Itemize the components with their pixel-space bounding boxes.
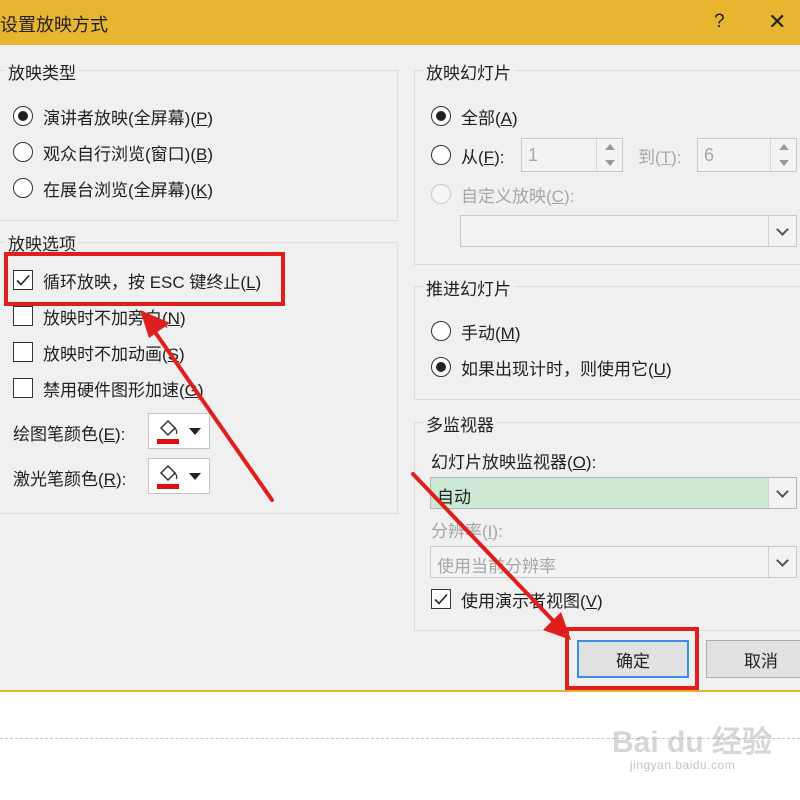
chevron-down-icon[interactable]: [768, 216, 796, 246]
ok-button[interactable]: 确定: [577, 640, 689, 678]
paint-bucket-icon: [157, 464, 179, 489]
resolution-value: 使用当前分辨率: [437, 557, 556, 576]
check-loop[interactable]: 循环放映，按 ESC 键终止(L): [13, 267, 261, 293]
laser-color-swatch: [157, 484, 179, 489]
pen-color-swatch: [157, 439, 179, 444]
check-presenter-view-box[interactable]: [431, 589, 451, 609]
laser-color-label: 激光笔颜色(R):: [13, 469, 127, 489]
show-type-legend: 放映类型: [5, 59, 79, 84]
check-no-animation[interactable]: 放映时不加动画(S): [13, 339, 185, 365]
check-no-narration-label: 放映时不加旁白(N): [43, 308, 186, 328]
check-no-narration[interactable]: 放映时不加旁白(N): [13, 303, 186, 329]
radio-manual[interactable]: 手动(M): [431, 318, 521, 344]
check-presenter-view-label: 使用演示者视图(V): [461, 591, 603, 611]
close-icon[interactable]: ✕: [768, 9, 786, 35]
radio-manual-label: 手动(M): [461, 323, 521, 343]
to-slide-label: 到(T):: [638, 147, 682, 167]
chevron-down-icon: [189, 427, 201, 435]
spin-down-icon[interactable]: [597, 155, 622, 171]
radio-kiosk[interactable]: 在展台浏览(全屏幕)(K): [13, 175, 213, 201]
radio-kiosk-label: 在展台浏览(全屏幕)(K): [43, 180, 213, 200]
radio-use-timings-label: 如果出现计时，则使用它(U): [461, 359, 672, 379]
advance-legend: 推进幻灯片: [423, 275, 514, 300]
radio-presenter-indicator[interactable]: [13, 106, 33, 126]
radio-window-indicator[interactable]: [13, 142, 33, 162]
slides-legend: 放映幻灯片: [423, 59, 514, 84]
monitor-select[interactable]: 自动: [430, 477, 797, 509]
check-disable-hw-accel-label: 禁用硬件图形加速(G): [43, 380, 204, 400]
monitor-value: 自动: [437, 488, 471, 507]
help-button[interactable]: ?: [714, 11, 725, 33]
dialog-title: 设置放映方式: [0, 15, 108, 35]
watermark-url: jingyan.baidu.com: [630, 758, 736, 772]
spin-up-icon[interactable]: [771, 139, 796, 155]
paint-bucket-icon: [157, 419, 179, 444]
checkmark-icon: [16, 274, 30, 286]
pen-color-button[interactable]: [148, 413, 210, 449]
radio-manual-indicator[interactable]: [431, 321, 451, 341]
cancel-button[interactable]: 取消: [706, 640, 800, 678]
radio-use-timings[interactable]: 如果出现计时，则使用它(U): [431, 354, 672, 380]
pen-color-label: 绘图笔颜色(E):: [13, 424, 126, 444]
bottom-accent-line: [0, 690, 800, 692]
to-slide-value: 6: [704, 145, 715, 165]
title-bar: 设置放映方式 ? ✕: [0, 0, 800, 45]
radio-all-slides[interactable]: 全部(A): [431, 103, 518, 129]
radio-custom-show-label: 自定义放映(C):: [461, 186, 575, 206]
radio-all-slides-label: 全部(A): [461, 108, 518, 128]
check-loop-box[interactable]: [13, 270, 33, 290]
radio-use-timings-indicator[interactable]: [431, 357, 451, 377]
chevron-down-icon: [189, 472, 201, 480]
radio-custom-show[interactable]: 自定义放映(C):: [431, 181, 574, 207]
check-disable-hw-accel[interactable]: 禁用硬件图形加速(G): [13, 375, 204, 401]
monitors-legend: 多监视器: [423, 411, 497, 436]
from-slide-spinner[interactable]: 1: [521, 138, 623, 172]
spin-up-icon[interactable]: [597, 139, 622, 155]
radio-from-slide-label: 从(F):: [461, 147, 505, 167]
resolution-label: 分辨率(I):: [431, 521, 503, 541]
radio-from-slide[interactable]: 从(F):: [431, 142, 504, 168]
spin-down-icon[interactable]: [771, 155, 796, 171]
radio-window-label: 观众自行浏览(窗口)(B): [43, 144, 213, 164]
radio-custom-show-indicator[interactable]: [431, 184, 451, 204]
check-disable-hw-accel-box[interactable]: [13, 378, 33, 398]
radio-kiosk-indicator[interactable]: [13, 178, 33, 198]
check-no-animation-label: 放映时不加动画(S): [43, 344, 185, 364]
to-slide-spinner[interactable]: 6: [697, 138, 797, 172]
radio-all-slides-indicator[interactable]: [431, 106, 451, 126]
radio-presenter[interactable]: 演讲者放映(全屏幕)(P): [13, 103, 213, 129]
chevron-down-icon[interactable]: [768, 478, 796, 508]
check-presenter-view[interactable]: 使用演示者视图(V): [431, 586, 603, 612]
resolution-select[interactable]: 使用当前分辨率: [430, 546, 797, 578]
radio-from-slide-indicator[interactable]: [431, 145, 451, 165]
check-no-narration-box[interactable]: [13, 306, 33, 326]
check-no-animation-box[interactable]: [13, 342, 33, 362]
radio-window[interactable]: 观众自行浏览(窗口)(B): [13, 139, 213, 165]
show-options-legend: 放映选项: [5, 230, 79, 255]
chevron-down-icon[interactable]: [768, 547, 796, 577]
laser-color-button[interactable]: [148, 458, 210, 494]
radio-presenter-label: 演讲者放映(全屏幕)(P): [43, 108, 213, 128]
check-loop-label: 循环放映，按 ESC 键终止(L): [43, 272, 262, 292]
monitor-label: 幻灯片放映监视器(O):: [431, 452, 597, 472]
custom-show-select[interactable]: [460, 215, 797, 247]
watermark-logo: Bai du 经验: [612, 726, 773, 759]
from-slide-value: 1: [528, 145, 539, 165]
checkmark-icon: [434, 593, 448, 605]
